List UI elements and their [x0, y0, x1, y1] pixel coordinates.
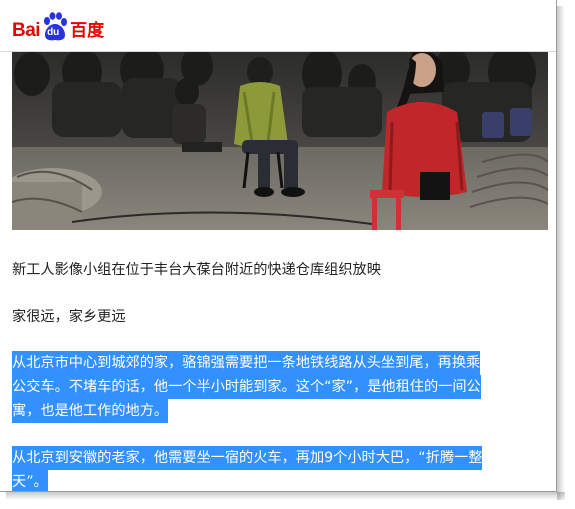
selected-paragraph-1: 从北京市中心到城郊的家，骆锦强需要把一条地铁线路从头坐到尾，再换乘 公交车。不堵… [12, 351, 552, 423]
audience-screening-photo [12, 52, 548, 230]
photo-caption: 新工人影像小组在位于丰台大葆台附近的快递仓库组织放映 [12, 262, 381, 278]
logo-paw-text: du [47, 27, 60, 38]
paragraph-line: 从北京市中心到城郊的家，骆锦强需要把一条地铁线路从头坐到尾，再换乘 [12, 351, 481, 375]
section-subheading: 家很远，家乡更远 [12, 309, 126, 325]
paragraph-line: 公交车。不堵车的话，他一个半小时能到家。这个“家”，是他租住的一间公 [12, 375, 481, 399]
logo-text-right: 百度 [70, 21, 105, 41]
selected-paragraph-2: 从北京到安徽的老家，他需要坐一宿的火车，再加9个小时大巴，“折腾一整 天”。 [12, 446, 552, 491]
baidu-logo[interactable]: Bai du 百度 [12, 10, 104, 42]
paragraph-line: 天”。 [12, 470, 48, 491]
paw-icon: du [41, 12, 69, 42]
browser-viewport: Bai du 百度 新工人影像小组在位于丰台大葆台附近的快递仓库组织放映 家很远… [0, 0, 557, 492]
window-shadow-bottom [6, 492, 565, 500]
window-shadow-right [557, 6, 565, 500]
paragraph-line: 寓，也是他工作的地方。 [12, 399, 169, 423]
site-header: Bai du 百度 [0, 0, 556, 52]
paragraph-line: 从北京到安徽的老家，他需要坐一宿的火车，再加9个小时大巴，“折腾一整 [12, 446, 483, 470]
logo-text-left: Bai [12, 20, 41, 41]
